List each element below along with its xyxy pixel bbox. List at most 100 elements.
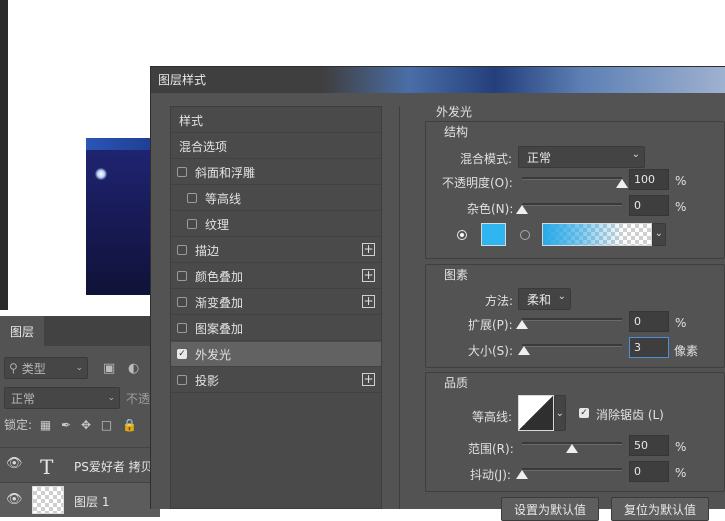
chevron-down-icon: ⌄ (631, 149, 640, 160)
size-input[interactable]: 3 (629, 337, 669, 358)
range-label: 范围(R): (468, 442, 514, 456)
lock-row: 锁定: ▦ ✒ ✥ □ 🔒 (4, 416, 137, 433)
opacity-slider[interactable] (522, 177, 622, 180)
make-default-button[interactable]: 设置为默认值 (501, 497, 599, 521)
range-input[interactable]: 50 (629, 435, 669, 456)
size-label: 大小(S): (468, 344, 514, 358)
noise-label: 杂色(N): (467, 202, 514, 216)
tab-layers[interactable]: 图层 (0, 316, 44, 346)
layer-filter-label: 类型 (21, 361, 46, 376)
range-unit: % (675, 440, 687, 454)
style-item-label: 混合选项 (179, 139, 228, 154)
jitter-input[interactable]: 0 (629, 461, 669, 482)
search-icon: ⚲ (9, 361, 18, 375)
layer-filter-select[interactable]: ⚲ 类型 ⌄ (4, 357, 88, 379)
blend-mode-select[interactable]: 正常 ⌄ (518, 146, 645, 168)
style-item-label: 投影 (195, 373, 220, 388)
add-effect-icon[interactable]: + (362, 295, 375, 308)
style-item[interactable]: 样式 (171, 108, 381, 133)
noise-slider-thumb[interactable] (516, 205, 528, 214)
style-item[interactable]: 纹理 (171, 212, 381, 237)
style-checkbox[interactable] (177, 375, 187, 385)
glow-color-swatch[interactable] (481, 223, 506, 246)
technique-label: 方法: (485, 294, 514, 308)
add-effect-icon[interactable]: + (362, 373, 375, 386)
contour-label: 等高线: (472, 410, 513, 424)
eye-icon[interactable]: 👁 (6, 456, 23, 471)
layer-blend-mode-select[interactable]: 正常 ⌄ (4, 387, 120, 409)
dialog-titlebar[interactable] (151, 67, 725, 93)
gradient-dropdown[interactable]: ⌄ (652, 223, 666, 246)
style-checkbox[interactable] (187, 219, 197, 229)
range-slider-thumb[interactable] (566, 444, 578, 453)
style-item-label: 外发光 (195, 347, 232, 362)
anti-alias-checkbox[interactable]: ✓ (579, 408, 589, 418)
style-checkbox[interactable] (177, 271, 187, 281)
opacity-input[interactable]: 100 (629, 169, 669, 190)
contour-dropdown[interactable]: ⌄ (554, 395, 566, 431)
add-effect-icon[interactable]: + (362, 243, 375, 256)
style-checkbox[interactable] (177, 167, 187, 177)
reset-default-button[interactable]: 复位为默认值 (611, 497, 709, 521)
style-item[interactable]: 颜色叠加 + (171, 264, 381, 289)
style-item[interactable]: 描边 + (171, 238, 381, 263)
adjustment-filter-icon[interactable]: ◐ (128, 361, 139, 376)
dialog-divider (399, 106, 400, 509)
lock-all-icon[interactable]: 🔒 (122, 418, 137, 432)
spread-input[interactable]: 0 (629, 311, 669, 332)
style-checkbox[interactable] (177, 323, 187, 333)
glow-gradient-picker[interactable] (542, 223, 652, 246)
blend-mode-value: 正常 (527, 150, 552, 165)
style-item-label: 渐变叠加 (195, 295, 244, 310)
solid-color-radio[interactable] (457, 230, 467, 240)
spread-label: 扩展(P): (468, 318, 513, 332)
style-checkbox[interactable] (177, 245, 187, 255)
opacity-label: 不透明度(O): (442, 176, 513, 190)
style-item[interactable]: 斜面和浮雕 (171, 160, 381, 185)
gradient-radio[interactable] (520, 230, 530, 240)
layer-name: 图层 1 (74, 495, 110, 509)
style-checkbox[interactable] (177, 297, 187, 307)
style-item[interactable]: 混合选项 (171, 134, 381, 159)
lock-paint-icon[interactable]: ✒ (61, 418, 71, 432)
image-layer-thumb (32, 486, 64, 514)
eye-icon[interactable]: 👁 (6, 492, 23, 507)
style-checkbox[interactable]: ✓ (177, 349, 187, 359)
spread-slider-thumb[interactable] (516, 320, 528, 329)
lock-artboard-icon[interactable]: □ (101, 418, 112, 432)
style-item[interactable]: 渐变叠加 + (171, 290, 381, 315)
noise-slider[interactable] (522, 203, 622, 206)
size-slider[interactable] (522, 344, 622, 347)
style-item-label: 描边 (195, 243, 220, 258)
image-filter-icon[interactable]: ▣ (103, 361, 115, 376)
spread-slider[interactable] (522, 318, 622, 321)
anti-alias-label: 消除锯齿 (L) (596, 408, 664, 422)
jitter-slider[interactable] (522, 468, 622, 471)
technique-select[interactable]: 柔和 ⌄ (518, 288, 571, 310)
style-item[interactable]: ✓ 外发光 (171, 342, 381, 367)
style-item[interactable]: 等高线 (171, 186, 381, 211)
layer-row[interactable]: 👁 PS爱好者 拷贝 (0, 447, 160, 482)
style-item[interactable]: 图案叠加 (171, 316, 381, 341)
elements-title: 图素 (444, 268, 469, 282)
size-slider-thumb[interactable] (518, 346, 530, 355)
lock-transparency-icon[interactable]: ▦ (40, 418, 51, 432)
chevron-down-icon: ⌄ (107, 393, 115, 403)
noise-input[interactable]: 0 (629, 195, 669, 216)
add-effect-icon[interactable]: + (362, 269, 375, 282)
style-item-label: 颜色叠加 (195, 269, 244, 284)
contour-preview[interactable] (518, 395, 554, 431)
jitter-slider-thumb[interactable] (516, 470, 528, 479)
opacity-slider-thumb[interactable] (616, 179, 628, 188)
chevron-down-icon: ⌄ (557, 291, 566, 302)
app-left-edge (0, 0, 8, 310)
style-checkbox[interactable] (187, 193, 197, 203)
lock-position-icon[interactable]: ✥ (81, 418, 91, 432)
jitter-unit: % (675, 466, 687, 480)
layer-blend-mode-value: 正常 (11, 391, 36, 406)
chevron-down-icon: ⌄ (654, 228, 663, 239)
layer-row[interactable]: 👁 图层 1 (0, 482, 160, 517)
style-item[interactable]: 投影 + (171, 368, 381, 393)
style-item-label: 纹理 (205, 217, 230, 232)
size-unit: 像素 (674, 344, 699, 358)
